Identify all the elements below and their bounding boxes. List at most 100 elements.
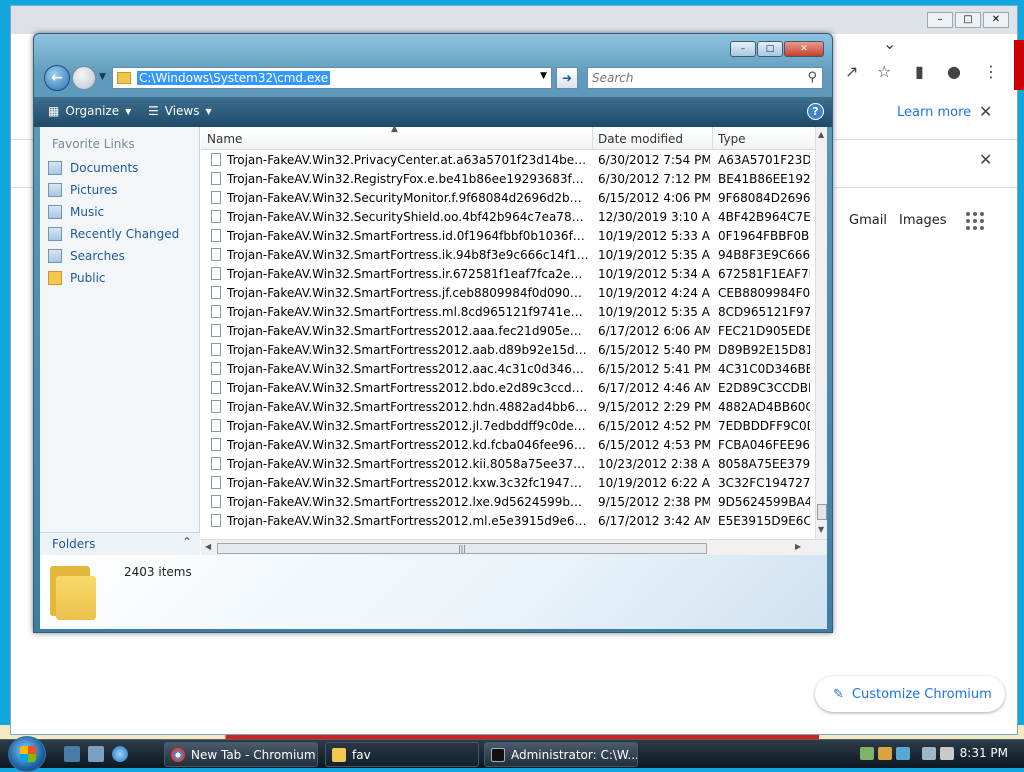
column-name[interactable]: Name bbox=[207, 132, 242, 146]
file-row[interactable]: Trojan-FakeAV.Win32.SmartFortress.ik.94b… bbox=[201, 245, 815, 264]
magnifier-icon[interactable]: ⚲ bbox=[807, 70, 817, 85]
search-field[interactable]: ⚲ bbox=[587, 67, 823, 89]
horizontal-scrollbar[interactable]: ◀ ||| ▶ bbox=[201, 539, 827, 555]
file-row[interactable]: Trojan-FakeAV.Win32.SecurityMonitor.f.9f… bbox=[201, 188, 815, 207]
views-button[interactable]: ☰ Views ▼ bbox=[148, 104, 212, 118]
address-text[interactable]: C:\Windows\System32\cmd.exe bbox=[137, 71, 331, 85]
file-row[interactable]: Trojan-FakeAV.Win32.SmartFortress2012.aa… bbox=[201, 359, 815, 378]
column-divider[interactable] bbox=[712, 127, 713, 150]
column-date-modified[interactable]: Date modified bbox=[598, 132, 683, 146]
scroll-down-icon[interactable]: ▼ bbox=[818, 525, 824, 534]
bookmark-star-icon[interactable]: ☆ bbox=[877, 62, 891, 81]
nav-item-public[interactable]: Public bbox=[48, 271, 106, 285]
internet-explorer-icon[interactable] bbox=[112, 746, 128, 762]
horizontal-scroll-thumb[interactable]: ||| bbox=[217, 543, 707, 554]
vertical-scroll-thumb[interactable] bbox=[817, 504, 827, 520]
taskbar-button-chromium[interactable]: New Tab - Chromium bbox=[164, 742, 318, 767]
forward-button[interactable] bbox=[72, 66, 96, 90]
profile-avatar-icon[interactable]: ● bbox=[947, 62, 961, 81]
column-divider[interactable] bbox=[592, 127, 593, 150]
file-date: 6/17/2012 3:42 AM bbox=[598, 514, 710, 528]
file-row[interactable]: Trojan-FakeAV.Win32.SmartFortress2012.kd… bbox=[201, 435, 815, 454]
file-type: E5E3915D9E6C2A bbox=[718, 514, 810, 528]
file-name: Trojan-FakeAV.Win32.SmartFortress2012.kx… bbox=[227, 476, 589, 490]
file-date: 10/19/2012 6:22 AM bbox=[598, 476, 710, 490]
customize-chromium-button[interactable]: ✎ Customize Chromium bbox=[815, 676, 1005, 712]
file-row[interactable]: Trojan-FakeAV.Win32.SmartFortress.jf.ceb… bbox=[201, 283, 815, 302]
vertical-scrollbar[interactable]: ▲ ▼ bbox=[815, 127, 827, 539]
nav-item-music[interactable]: Music bbox=[48, 205, 104, 219]
organize-icon: ▦ bbox=[48, 104, 60, 118]
side-panel-icon[interactable]: ▮ bbox=[915, 62, 924, 81]
file-name: Trojan-FakeAV.Win32.SmartFortress.jf.ceb… bbox=[227, 286, 589, 300]
folders-toggle[interactable]: Folders ⌃ bbox=[40, 532, 200, 555]
start-button[interactable] bbox=[8, 736, 46, 772]
file-type: 9F68084D2696D2I bbox=[718, 191, 810, 205]
file-name: Trojan-FakeAV.Win32.SmartFortress2012.aa… bbox=[227, 343, 589, 357]
learn-more-link[interactable]: Learn more bbox=[897, 105, 971, 120]
file-row[interactable]: Trojan-FakeAV.Win32.SmartFortress2012.aa… bbox=[201, 321, 815, 340]
nav-label: Pictures bbox=[70, 183, 118, 197]
address-dropdown-icon[interactable]: ▼ bbox=[540, 71, 547, 81]
file-row[interactable]: Trojan-FakeAV.Win32.SmartFortress2012.lx… bbox=[201, 492, 815, 511]
volume-muted-icon[interactable] bbox=[940, 747, 954, 760]
chromium-maximize-button[interactable]: □ bbox=[955, 12, 981, 28]
chrome-menu-icon[interactable]: ⋮ bbox=[983, 62, 999, 81]
back-button[interactable]: ← bbox=[44, 65, 70, 91]
nav-item-searches[interactable]: Searches bbox=[48, 249, 125, 263]
file-row[interactable]: Trojan-FakeAV.Win32.SmartFortress2012.ki… bbox=[201, 454, 815, 473]
network-icon[interactable] bbox=[922, 747, 936, 760]
go-button[interactable]: ➜ bbox=[556, 67, 578, 89]
file-row[interactable]: Trojan-FakeAV.Win32.RegistryFox.e.be41b8… bbox=[201, 169, 815, 188]
file-date: 6/17/2012 6:06 AM bbox=[598, 324, 710, 338]
explorer-minimize-button[interactable]: – bbox=[730, 41, 756, 57]
explorer-maximize-button[interactable]: □ bbox=[757, 41, 783, 57]
scroll-up-icon[interactable]: ▲ bbox=[818, 130, 824, 139]
tray-app-icon[interactable] bbox=[896, 747, 910, 760]
recent-pages-dropdown-icon[interactable]: ▼ bbox=[99, 72, 106, 82]
scroll-left-icon[interactable]: ◀ bbox=[205, 542, 211, 551]
file-row[interactable]: Trojan-FakeAV.Win32.SmartFortress.ir.672… bbox=[201, 264, 815, 283]
share-icon[interactable]: ↗ bbox=[845, 62, 858, 81]
file-row[interactable]: Trojan-FakeAV.Win32.SmartFortress2012.hd… bbox=[201, 397, 815, 416]
file-name: Trojan-FakeAV.Win32.SmartFortress2012.ki… bbox=[227, 457, 589, 471]
tray-app-icon[interactable] bbox=[860, 747, 874, 760]
infobar-close-icon[interactable]: ✕ bbox=[979, 102, 992, 121]
file-row[interactable]: Trojan-FakeAV.Win32.PrivacyCenter.at.a63… bbox=[201, 150, 815, 169]
chromium-close-button[interactable]: ✕ bbox=[983, 12, 1009, 28]
taskbar-button-fav[interactable]: fav bbox=[325, 742, 479, 767]
chromium-minimize-button[interactable]: – bbox=[927, 12, 953, 28]
nav-item-documents[interactable]: Documents bbox=[48, 161, 138, 175]
google-apps-icon[interactable] bbox=[966, 212, 984, 230]
details-pane: 2403 items bbox=[40, 555, 827, 629]
clock[interactable]: 8:31 PM bbox=[960, 746, 1008, 760]
file-row[interactable]: Trojan-FakeAV.Win32.SmartFortress2012.jl… bbox=[201, 416, 815, 435]
gmail-link[interactable]: Gmail bbox=[849, 213, 887, 228]
file-row[interactable]: Trojan-FakeAV.Win32.SmartFortress2012.kx… bbox=[201, 473, 815, 492]
taskbar-button-cmd[interactable]: Administrator: C:\W... bbox=[484, 742, 638, 767]
scroll-right-icon[interactable]: ▶ bbox=[795, 542, 801, 551]
nav-item-pictures[interactable]: Pictures bbox=[48, 183, 118, 197]
file-row[interactable]: Trojan-FakeAV.Win32.SmartFortress.id.0f1… bbox=[201, 226, 815, 245]
images-link[interactable]: Images bbox=[899, 213, 947, 228]
file-name: Trojan-FakeAV.Win32.SecurityMonitor.f.9f… bbox=[227, 191, 589, 205]
column-type[interactable]: Type bbox=[718, 132, 746, 146]
explorer-close-button[interactable]: ✕ bbox=[784, 41, 824, 57]
file-row[interactable]: Trojan-FakeAV.Win32.SmartFortress.ml.8cd… bbox=[201, 302, 815, 321]
file-row[interactable]: Trojan-FakeAV.Win32.SmartFortress2012.aa… bbox=[201, 340, 815, 359]
tray-app-icon[interactable] bbox=[878, 747, 892, 760]
address-bar[interactable]: C:\Windows\System32\cmd.exe ▼ bbox=[112, 67, 552, 89]
help-icon[interactable]: ? bbox=[807, 103, 824, 120]
nav-item-recently-changed[interactable]: Recently Changed bbox=[48, 227, 179, 241]
file-row[interactable]: Trojan-FakeAV.Win32.SecurityShield.oo.4b… bbox=[201, 207, 815, 226]
search-input[interactable] bbox=[588, 68, 788, 88]
file-row[interactable]: Trojan-FakeAV.Win32.SmartFortress2012.ml… bbox=[201, 511, 815, 530]
file-icon bbox=[211, 400, 221, 413]
switch-windows-icon[interactable] bbox=[88, 746, 104, 762]
infobar2-close-icon[interactable]: ✕ bbox=[979, 150, 992, 169]
file-row[interactable]: Trojan-FakeAV.Win32.SmartFortress2012.bd… bbox=[201, 378, 815, 397]
chevron-down-icon[interactable]: ⌄ bbox=[883, 34, 896, 53]
file-date: 6/15/2012 4:06 PM bbox=[598, 191, 710, 205]
show-desktop-icon[interactable] bbox=[64, 746, 80, 762]
organize-button[interactable]: ▦ Organize ▼ bbox=[48, 104, 131, 118]
